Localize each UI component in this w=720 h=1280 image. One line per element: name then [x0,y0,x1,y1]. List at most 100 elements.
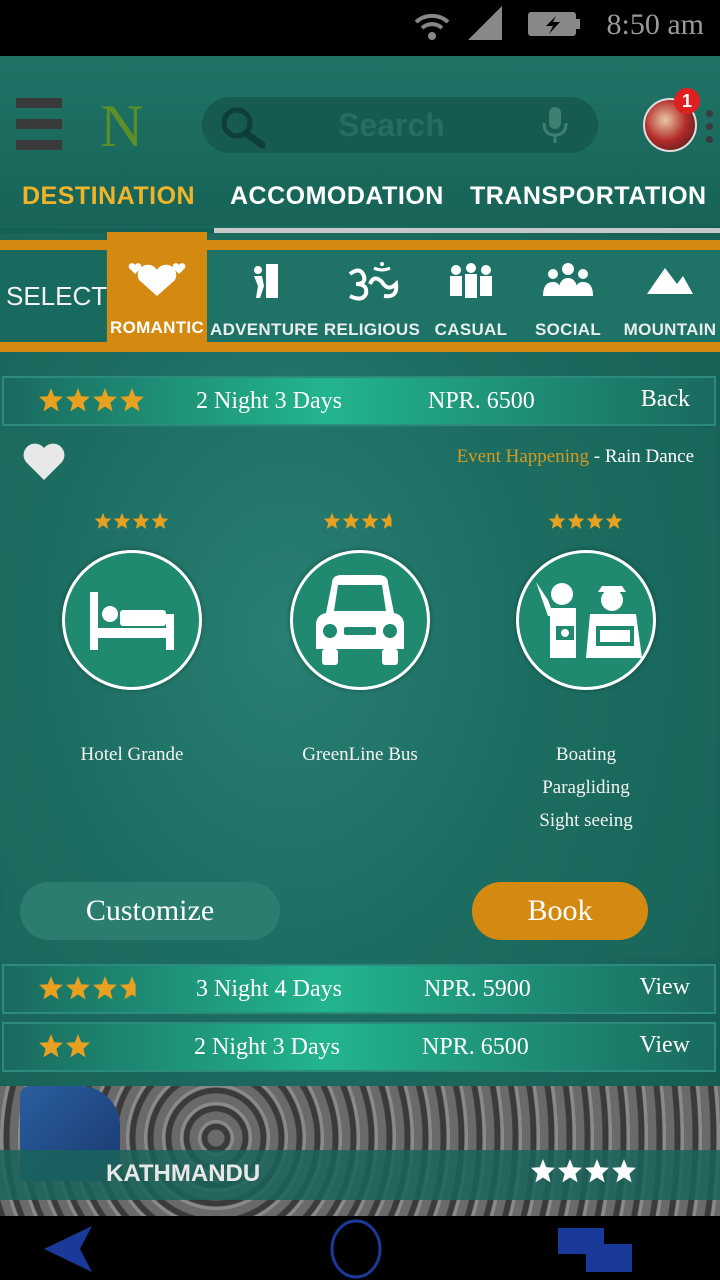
view-button[interactable]: View [639,1032,690,1059]
package-row[interactable]: 2 Night 3 Days NPR. 6500 Back [2,376,716,426]
transport-item[interactable]: GreenLine Bus [260,512,460,771]
category-label: ADVENTURE [210,320,319,339]
star-icon [39,1034,63,1058]
category-bar: SELECT ROMANTIC ADVENTURE RELIGIOUS CASU… [0,232,720,358]
package-detail: Event Happening - Rain Dance Hotel Grand… [4,428,716,958]
navigation-bar [0,1216,720,1280]
package-duration: 2 Night 3 Days [196,388,342,414]
app-screen: N Search 1 DESTINATION ACCOMODATION TRAN… [0,56,720,1216]
heart-icon[interactable] [22,442,66,482]
event-name: Rain Dance [604,446,694,467]
status-bar: 8:50 am [0,0,720,56]
tab-divider [214,228,720,233]
star-icon [66,1034,90,1058]
star-icon [132,512,150,529]
star-icon [94,512,112,529]
star-icon [66,976,90,1000]
star-icon [548,512,566,529]
recent-apps-icon[interactable] [556,1226,636,1276]
package-duration: 2 Night 3 Days [194,1034,340,1060]
package-row[interactable]: 2 Night 3 Days NPR. 6500 View [2,1022,716,1072]
climbing-icon [254,264,278,298]
om-icon [348,262,399,301]
star-icon [531,1159,555,1183]
star-icon [66,388,90,412]
event-separator: - [589,446,605,467]
package-price: NPR. 5900 [424,976,531,1002]
category-social[interactable]: SOCIAL [520,234,616,358]
select-label: SELECT [0,250,107,342]
category-label: ROMANTIC [110,318,204,337]
top-bar: N Search 1 DESTINATION ACCOMODATION TRAN… [0,56,720,233]
star-icon [113,512,131,529]
signal-icon [468,6,502,40]
rating-stars [260,512,460,536]
package-price: NPR. 6500 [422,1034,529,1060]
star-icon [93,388,117,412]
event-info: Event Happening - Rain Dance [457,446,694,468]
book-button[interactable]: Book [472,882,648,940]
star-icon [342,512,359,529]
customize-button[interactable]: Customize [20,882,280,940]
star-icon [567,512,585,529]
city-name: KATHMANDU [106,1160,261,1187]
star-icon [605,512,623,529]
hotel-item[interactable]: Hotel Grande [32,512,232,771]
star-icon [361,512,378,529]
item-name-activities: Boating Paragliding Sight seeing [539,744,633,831]
home-icon[interactable] [328,1218,384,1280]
search-icon [221,107,266,149]
view-button[interactable]: View [639,974,690,1001]
tourists-icon [536,582,642,658]
category-label: SOCIAL [534,320,602,339]
package-row[interactable]: 3 Night 4 Days NPR. 5900 View [2,964,716,1014]
star-icon [558,1159,582,1183]
category-religious[interactable]: RELIGIOUS [322,234,422,358]
star-icon [39,976,63,1000]
package-price: NPR. 6500 [428,388,535,414]
star-icon [612,1159,636,1183]
rating-stars [530,1158,638,1189]
battery-icon [528,12,580,36]
microphone-icon[interactable] [540,105,570,147]
search-placeholder: Search [338,107,445,143]
event-label: Event Happening [456,446,590,467]
people-icon [543,263,593,296]
back-icon[interactable] [40,1224,96,1274]
rating-stars [38,1033,92,1064]
hearts-icon [128,263,186,296]
tab-destination[interactable]: DESTINATION [22,182,195,211]
more-icon[interactable] [706,110,714,149]
car-icon [316,575,404,665]
back-button[interactable]: Back [641,386,690,413]
mountain-icon [647,268,693,294]
star-icon [323,512,340,529]
category-label: RELIGIOUS [323,320,421,339]
item-name-hotel: Hotel Grande [80,744,184,765]
rating-stars [38,975,145,1006]
category-romantic[interactable]: ROMANTIC [107,232,207,350]
rating-stars [486,512,686,536]
category-casual[interactable]: CASUAL [426,234,516,358]
star-icon [585,1159,609,1183]
activity-item[interactable]: Boating Paragliding Sight seeing [486,512,686,837]
city-band: KATHMANDU [0,1150,720,1200]
item-name-transport: GreenLine Bus [302,744,418,765]
star-icon [39,388,63,412]
tab-accomodation[interactable]: ACCOMODATION [230,182,444,211]
tab-transportation[interactable]: TRANSPORTATION [470,182,707,211]
half-star-icon [380,512,398,530]
city-banner[interactable]: KATHMANDU [0,1086,720,1216]
category-mountain[interactable]: MOUNTAIN [620,234,720,358]
star-icon [151,512,169,529]
search-input[interactable]: Search [202,97,598,153]
clock: 8:50 am [606,8,705,41]
category-adventure[interactable]: ADVENTURE [210,234,318,358]
menu-icon[interactable] [16,98,62,150]
bed-icon [90,592,174,650]
star-icon [93,976,117,1000]
group-icon [450,263,492,298]
category-label: MOUNTAIN [623,320,717,339]
tab-bar: DESTINATION ACCOMODATION TRANSPORTATION [0,178,720,230]
star-icon [586,512,604,529]
